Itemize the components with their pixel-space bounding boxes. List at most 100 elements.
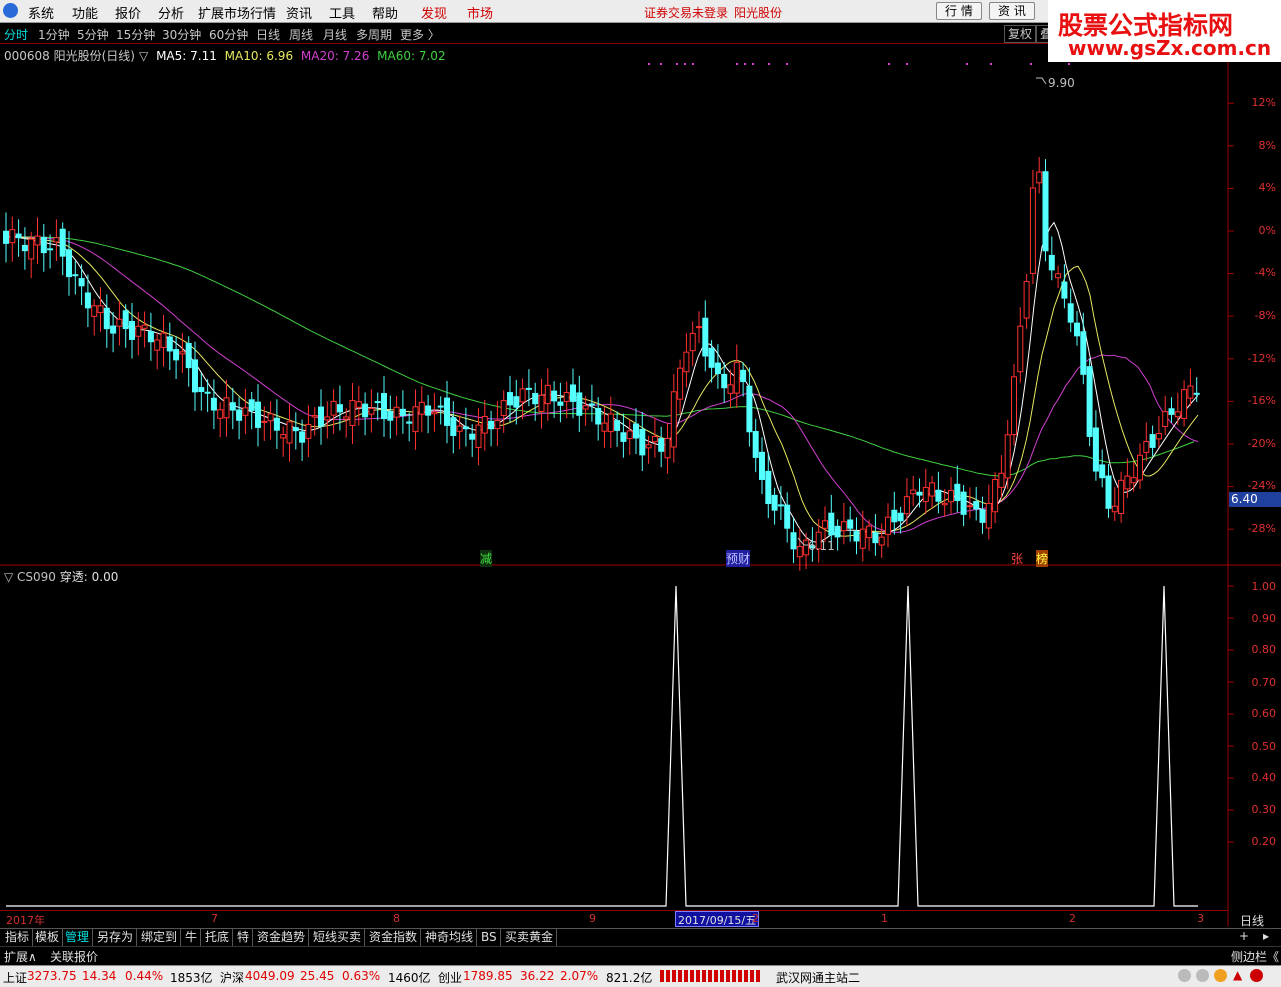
- candle-body: [192, 359, 198, 393]
- candle-body: [626, 430, 633, 440]
- candle-body: [677, 367, 684, 400]
- tab-special[interactable]: 特: [234, 929, 254, 946]
- tab-bind-to[interactable]: 绑定到: [138, 929, 182, 946]
- indicator-info: ▽ CS090 穿透: 0.00: [4, 568, 118, 585]
- tab-bull[interactable]: 牛: [182, 929, 202, 946]
- status-icon-1[interactable]: [1178, 969, 1191, 982]
- status-icon-2[interactable]: [1196, 969, 1209, 982]
- candle-body: [28, 238, 35, 260]
- candle-body: [9, 229, 16, 244]
- candle-body: [217, 409, 224, 419]
- candle-body: [582, 405, 589, 410]
- candle-body: [1149, 434, 1156, 448]
- high-price-label: 9.90: [1048, 76, 1075, 90]
- event-tag-limit-up[interactable]: 张: [1011, 550, 1023, 567]
- event-tag-reduce[interactable]: 减: [480, 550, 493, 567]
- candle-body: [273, 417, 280, 431]
- tab-fund-index[interactable]: 资金指数: [366, 929, 422, 946]
- period-indicator[interactable]: 日线: [1240, 912, 1264, 929]
- date-label: 2: [1069, 912, 1076, 925]
- candle-body: [1074, 322, 1080, 337]
- candle-body: [670, 391, 677, 448]
- candle-body: [1036, 171, 1043, 184]
- cy-index-value: 1789.85: [463, 969, 513, 983]
- candle-body: [450, 417, 457, 437]
- ma10-path: [5, 236, 1199, 537]
- tab-template[interactable]: 模板: [32, 929, 64, 946]
- candle-body: [53, 237, 60, 243]
- ma60-path: [5, 236, 1195, 477]
- candle-body: [689, 332, 696, 352]
- candle-body: [84, 292, 91, 309]
- candle-body: [488, 420, 495, 430]
- kline-chart[interactable]: [0, 0, 1281, 986]
- status-icon-3[interactable]: [1214, 969, 1227, 982]
- event-dot: [906, 63, 908, 65]
- tab-bottom-support[interactable]: 托底: [202, 929, 234, 946]
- add-tab-button[interactable]: +: [1239, 929, 1249, 943]
- expand-button[interactable]: 扩展∧: [4, 948, 37, 965]
- tab-trade-gold[interactable]: 买卖黄金: [502, 929, 558, 946]
- candle-body: [544, 384, 551, 405]
- sh-index-value: 3273.75: [27, 969, 77, 983]
- linked-quote-button[interactable]: 关联报价: [50, 948, 98, 965]
- candle-body: [897, 512, 904, 522]
- candle-body: [973, 501, 980, 510]
- indicator-value: 穿透: 0.00: [59, 570, 119, 584]
- high-marker: [1036, 77, 1047, 85]
- candle-body: [1004, 434, 1011, 479]
- candle-body: [267, 413, 274, 422]
- candle-body: [714, 362, 721, 375]
- alert-icon[interactable]: ▲: [1233, 968, 1242, 982]
- tab-fund-trend[interactable]: 资金趋势: [254, 929, 310, 946]
- candle-body: [236, 409, 243, 421]
- event-dot: [990, 63, 992, 65]
- candle-body: [607, 413, 614, 433]
- indicator-axis-label: 0.40: [1251, 771, 1277, 784]
- tab-manage[interactable]: 管理: [62, 929, 94, 946]
- candle-body: [1155, 433, 1162, 440]
- candle-body: [1080, 331, 1087, 375]
- tab-magic-ma[interactable]: 神奇均线: [422, 929, 478, 946]
- event-tag-forecast[interactable]: 预财: [726, 550, 751, 567]
- status-bar: 上证 3273.75 14.34 0.44% 1853亿 沪深 4049.09 …: [0, 965, 1281, 987]
- tab-bs[interactable]: BS: [478, 929, 501, 946]
- candle-body: [954, 483, 961, 502]
- candle-body: [1118, 479, 1125, 515]
- candle-body: [935, 489, 942, 502]
- main-grid: [1228, 102, 1234, 843]
- candle-body: [47, 248, 54, 251]
- candle-body: [1011, 376, 1017, 436]
- date-label: 7: [211, 912, 218, 925]
- candle-body: [979, 509, 986, 523]
- candle-body: [853, 531, 860, 542]
- candle-body: [311, 415, 318, 418]
- indicator-title[interactable]: ▽ CS090: [4, 570, 56, 584]
- tab-short-trade[interactable]: 短线买卖: [310, 929, 366, 946]
- candle-body: [645, 444, 652, 449]
- tab-save-as[interactable]: 另存为: [94, 929, 138, 946]
- hs-index-label[interactable]: 沪深: [220, 969, 244, 986]
- candle-body: [1181, 389, 1188, 419]
- candle-body: [513, 396, 520, 408]
- status-icon-4[interactable]: [1250, 969, 1263, 982]
- candle-body: [507, 392, 513, 406]
- sidebar-toggle[interactable]: 侧边栏《: [1231, 948, 1279, 965]
- cy-index-label[interactable]: 创业: [438, 969, 462, 986]
- candle-body: [481, 415, 488, 434]
- tab-indicator[interactable]: 指标: [2, 929, 34, 946]
- indicator-axis-label: 0.90: [1251, 612, 1277, 625]
- sh-index-label[interactable]: 上证: [3, 969, 27, 986]
- ma5-line: [5, 221, 1199, 543]
- hs-index-pct: 0.63%: [342, 969, 381, 983]
- candle-body: [179, 351, 186, 355]
- event-tag-board[interactable]: 榜: [1036, 550, 1049, 567]
- axis-label: -4%: [1254, 266, 1276, 279]
- server-name[interactable]: 武汉网通主站二: [776, 969, 860, 986]
- candle-body: [160, 332, 167, 348]
- candle-body: [103, 307, 110, 330]
- candle-body: [727, 384, 734, 394]
- event-dot: [786, 63, 788, 65]
- candle-body: [368, 407, 375, 415]
- tab-scroll-right[interactable]: ▸: [1263, 929, 1269, 943]
